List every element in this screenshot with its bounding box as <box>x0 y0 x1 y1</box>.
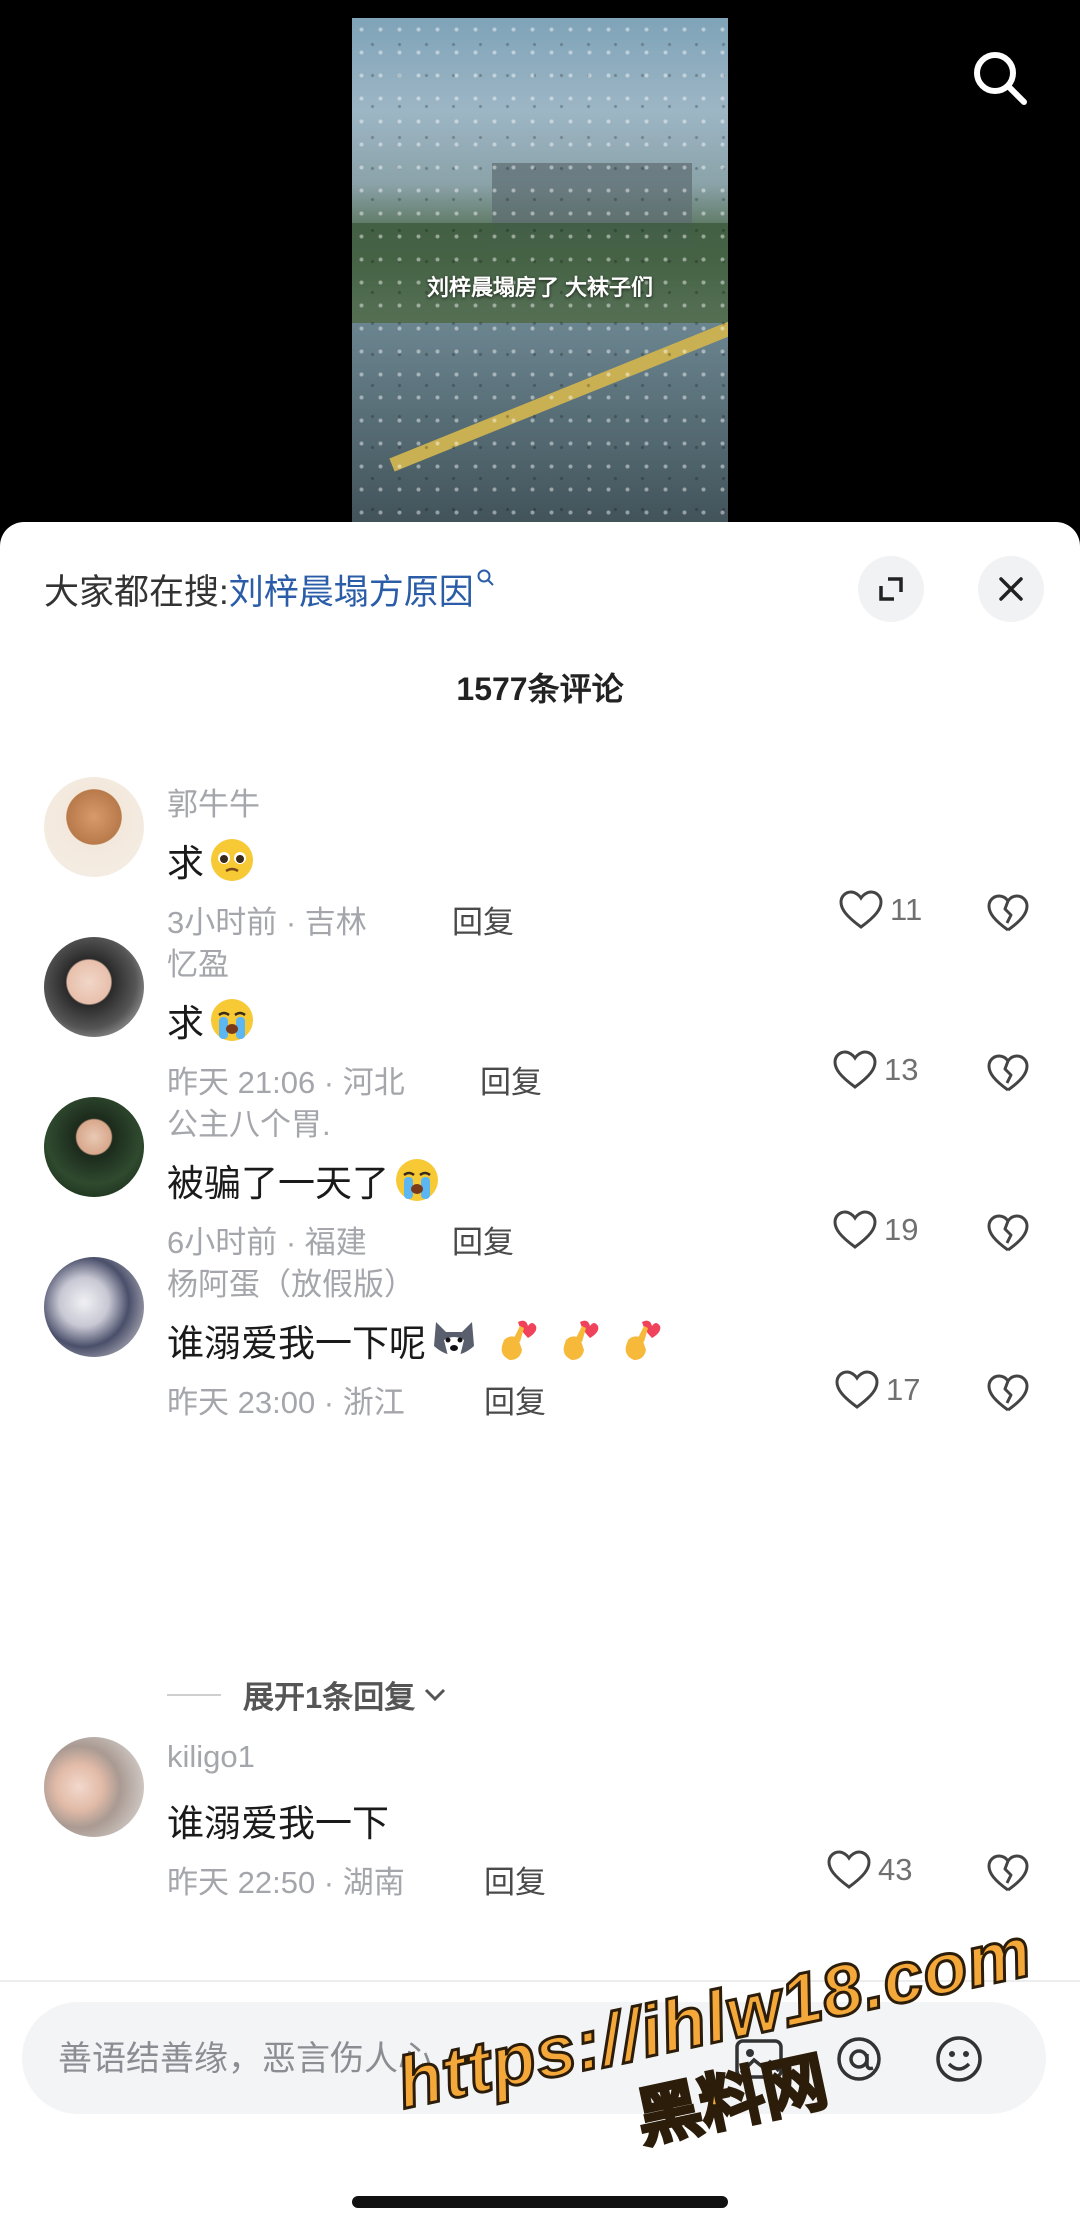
comment-username[interactable]: 郭牛牛 <box>167 779 260 824</box>
comment-text: 谁溺爱我一下呢 <box>167 1313 664 1367</box>
comment-text-content: 求 <box>167 1003 204 1044</box>
video-thumbnail[interactable]: 刘梓晨塌房了 大袜子们 <box>352 18 728 538</box>
close-button[interactable] <box>978 556 1044 622</box>
avatar[interactable] <box>44 777 144 877</box>
video-area[interactable]: 刘梓晨塌房了 大袜子们 <box>0 0 1080 560</box>
like-count: 13 <box>884 1052 919 1087</box>
finger-heart-emoji <box>501 1320 537 1360</box>
comment-item: kiligo1 谁溺爱我一下 昨天 22:50 · 湖南 回复 43 <box>0 1737 1080 1957</box>
comment-text: 被骗了一天了 <box>167 1153 441 1207</box>
comment-username[interactable]: 杨阿蛋（放假版） <box>167 1259 415 1304</box>
avatar[interactable] <box>44 937 144 1037</box>
comment-username[interactable]: 忆盈 <box>167 939 229 984</box>
comment-text-content: 谁溺爱我一下呢 <box>167 1323 426 1364</box>
reply-button[interactable]: 回复 <box>452 897 514 942</box>
expand-replies-button[interactable]: 展开1条回复 <box>167 1672 449 1717</box>
comment-text-content: 被骗了一天了 <box>167 1163 389 1204</box>
husky-emoji <box>434 1322 474 1358</box>
heart-icon <box>833 1050 877 1089</box>
comment-username[interactable]: 公主八个胃. <box>167 1099 331 1144</box>
like-button[interactable]: 11 <box>838 889 922 931</box>
comment-meta: 昨天 23:00 · 浙江 <box>167 1385 405 1420</box>
finger-heart-emoji <box>625 1320 661 1360</box>
home-indicator[interactable] <box>352 2196 728 2208</box>
comment-count: 1577条评论 <box>456 671 624 707</box>
expand-replies-label: 展开1条回复 <box>243 1680 416 1715</box>
heart-icon <box>835 1370 879 1409</box>
small-search-icon <box>477 569 494 586</box>
comment-text-content: 求 <box>167 843 204 884</box>
hot-search-suggestion[interactable]: 大家都在搜:刘梓晨塌方原因 <box>44 564 496 615</box>
comment-text-content: 谁溺爱我一下 <box>167 1803 389 1844</box>
reply-button[interactable]: 回复 <box>480 1057 542 1102</box>
broken-heart-icon[interactable] <box>986 891 1030 935</box>
comment-meta: 昨天 21:06 · 河北 <box>167 1065 405 1100</box>
finger-heart-emoji <box>563 1320 599 1360</box>
expand-divider <box>167 1693 221 1696</box>
comment-meta: 3小时前 · 吉林 <box>167 905 367 940</box>
comment-meta: 6小时前 · 福建 <box>167 1225 367 1260</box>
comment-text: 求 <box>167 833 256 887</box>
like-count: 43 <box>878 1852 913 1887</box>
crying-face-emoji <box>211 999 253 1041</box>
like-count: 17 <box>886 1372 921 1407</box>
search-icon[interactable] <box>970 48 1030 108</box>
comment-item: 杨阿蛋（放假版） 谁溺爱我一下呢 昨天 23:00 · 浙江 回复 17 <box>0 1257 1080 1477</box>
broken-heart-icon[interactable] <box>986 1051 1030 1095</box>
like-button[interactable]: 43 <box>826 1849 912 1891</box>
avatar[interactable] <box>44 1737 144 1837</box>
hot-search-prefix: 大家都在搜: <box>44 573 229 612</box>
avatar[interactable] <box>44 1257 144 1357</box>
expand-icon <box>879 577 903 601</box>
broken-heart-icon[interactable] <box>986 1211 1030 1255</box>
like-count: 19 <box>884 1212 919 1247</box>
comment-username[interactable]: kiligo1 <box>167 1739 255 1775</box>
like-button[interactable]: 17 <box>834 1369 920 1411</box>
heart-icon <box>827 1850 871 1889</box>
broken-heart-icon[interactable] <box>986 1851 1030 1895</box>
heart-icon <box>839 890 883 929</box>
like-button[interactable]: 19 <box>832 1209 918 1251</box>
broken-heart-icon[interactable] <box>986 1371 1030 1415</box>
crying-face-emoji <box>396 1159 438 1201</box>
comment-text: 谁溺爱我一下 <box>167 1793 389 1847</box>
chevron-down-icon <box>425 1688 446 1701</box>
expand-button[interactable] <box>858 556 924 622</box>
comment-meta: 昨天 22:50 · 湖南 <box>167 1865 405 1900</box>
like-count: 11 <box>890 892 923 927</box>
reply-button[interactable]: 回复 <box>484 1377 546 1422</box>
like-button[interactable]: 13 <box>832 1049 918 1091</box>
reply-button[interactable]: 回复 <box>452 1217 514 1262</box>
close-icon <box>999 577 1023 601</box>
hot-search-link[interactable]: 刘梓晨塌方原因 <box>229 573 474 612</box>
comment-text: 求 <box>167 993 256 1047</box>
video-caption: 刘梓晨塌房了 大袜子们 <box>426 275 654 300</box>
pleading-face-emoji <box>211 839 253 881</box>
avatar[interactable] <box>44 1097 144 1197</box>
heart-icon <box>833 1210 877 1249</box>
reply-button[interactable]: 回复 <box>484 1857 546 1902</box>
